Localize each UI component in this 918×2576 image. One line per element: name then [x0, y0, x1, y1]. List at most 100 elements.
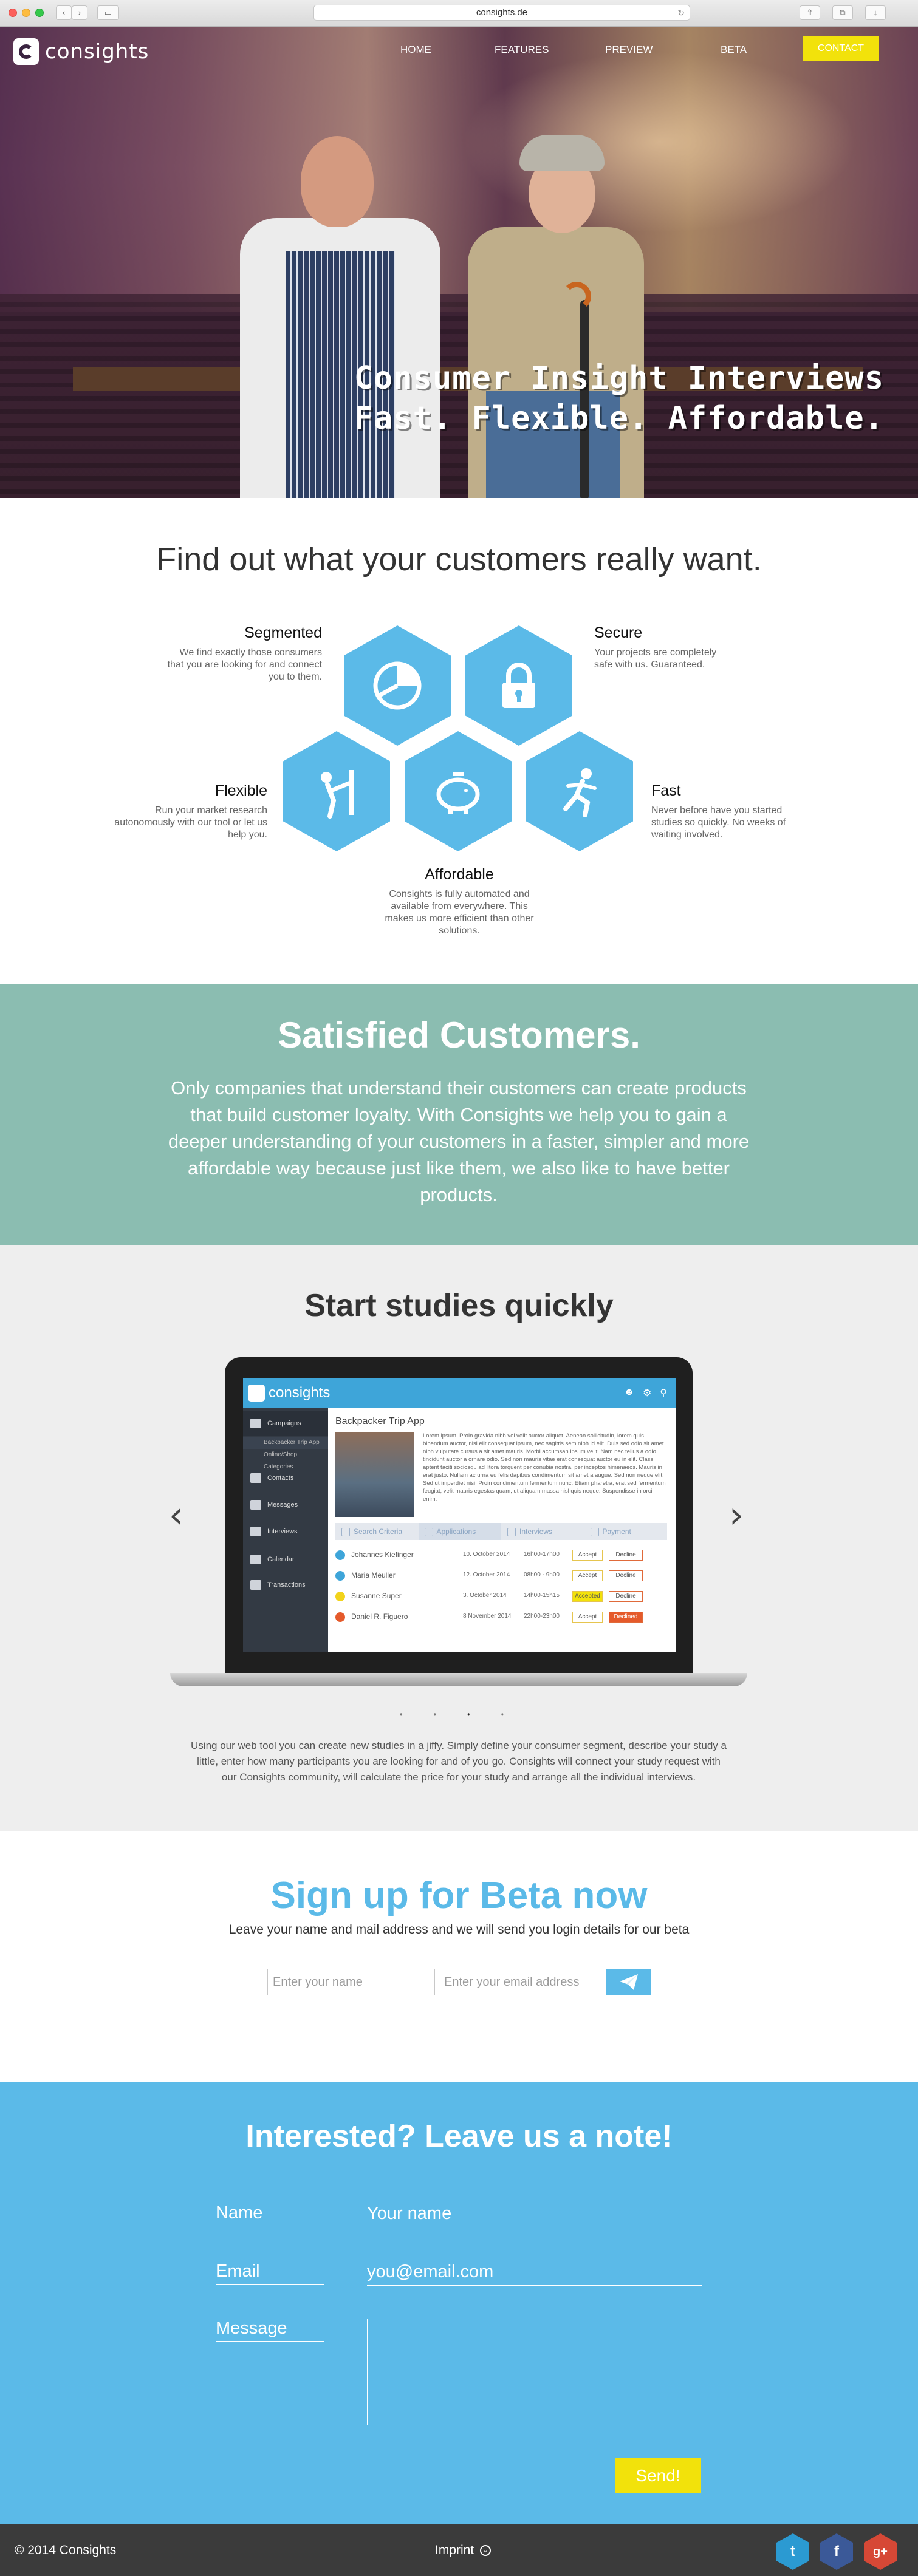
reload-icon[interactable]: ↻: [677, 5, 685, 20]
app-logo-mark-icon: [248, 1385, 265, 1402]
app-logo: consights: [248, 1383, 330, 1403]
address-bar-url: consights.de: [476, 7, 528, 18]
sidebar-item-label: Calendar: [267, 1556, 295, 1563]
sidebar-subitem: Backpacker Trip App: [243, 1437, 328, 1449]
maximize-window-icon[interactable]: [35, 9, 44, 17]
app-tab-search-criteria: Search Criteria: [335, 1523, 419, 1540]
carousel-next-icon[interactable]: ›: [729, 1494, 744, 1536]
sidebar-item-contacts: Contacts: [243, 1466, 328, 1490]
running-person-icon: [563, 768, 597, 817]
contact-message-field[interactable]: [367, 2319, 696, 2425]
feature-fast: Fast Never before have you started studi…: [651, 782, 797, 841]
decline-badge: Decline: [609, 1550, 643, 1561]
forward-icon[interactable]: ›: [72, 5, 87, 20]
sidebar-subitem: Online/Shop Categories: [264, 1451, 298, 1470]
browser-toolbar: ‹ › ▭ consights.de ↻ ⇧ ⧉ ↓: [0, 0, 918, 27]
imprint-label: Imprint: [435, 2543, 474, 2557]
logo-text: consights: [45, 39, 149, 64]
satisfied-customers-section: Satisfied Customers. Only companies that…: [0, 984, 918, 1245]
nav-home[interactable]: HOME: [400, 44, 431, 56]
feature-title: Secure: [594, 624, 643, 641]
contact-send-button[interactable]: Send!: [615, 2458, 701, 2493]
status-dot: [335, 1592, 345, 1601]
feature-flexible: Flexible Run your market research autono…: [109, 782, 267, 841]
accepted-badge: Accepted: [572, 1591, 603, 1602]
user-icon: ☻: [624, 1387, 634, 1397]
contact-name-field[interactable]: [367, 2201, 702, 2227]
signup-name-input[interactable]: [267, 1969, 435, 1995]
share-icon[interactable]: ⇧: [800, 5, 820, 20]
pie-chart-icon: [373, 661, 422, 710]
sidebar-item-messages: Messages: [243, 1493, 328, 1517]
accept-badge: Accept: [572, 1570, 603, 1581]
sidebar-item-calendar: Calendar: [243, 1547, 328, 1572]
signup-email-input[interactable]: [439, 1969, 606, 1995]
nav-features[interactable]: FEATURES: [495, 44, 549, 56]
app-project-title: Backpacker Trip App: [335, 1416, 425, 1426]
campaigns-icon: [250, 1419, 261, 1428]
studies-title: Start studies quickly: [304, 1288, 614, 1323]
back-icon[interactable]: ‹: [56, 5, 72, 20]
hero-title-line2: Fast. Flexible. Affordable.: [354, 400, 884, 437]
hero-person-chef: [240, 118, 440, 498]
app-tabs: Search Criteria Applications Interviews …: [335, 1523, 667, 1540]
app-tab-interviews: Interviews: [501, 1523, 584, 1540]
google-plus-icon[interactable]: g+: [864, 2533, 897, 2570]
hex-segmented: [344, 625, 451, 746]
feature-title: Segmented: [244, 624, 322, 641]
app-logo-text: consights: [269, 1385, 331, 1401]
nav-beta[interactable]: BETA: [721, 44, 747, 56]
feature-text: We find exactly those consumers that you…: [167, 647, 322, 682]
contact-email-field[interactable]: [367, 2259, 702, 2286]
accept-badge: Accept: [572, 1550, 603, 1561]
minimize-window-icon[interactable]: [22, 9, 30, 17]
imprint-link[interactable]: Imprint ⌄: [435, 2543, 492, 2558]
accept-badge: Accept: [572, 1612, 603, 1623]
carousel-dot[interactable]: •: [400, 1710, 417, 1719]
sidebar-icon[interactable]: ▭: [97, 5, 119, 20]
app-tab-applications: Applications: [418, 1523, 501, 1540]
hero-person-customer: [462, 106, 644, 498]
tabs-icon[interactable]: ⧉: [832, 5, 853, 20]
feature-affordable: Affordable Consights is fully automated …: [380, 866, 538, 937]
applicant-name: Susanne Super: [351, 1592, 402, 1600]
features-heading: Find out what your customers really want…: [156, 541, 762, 578]
nav-preview[interactable]: PREVIEW: [605, 44, 653, 56]
site-logo[interactable]: consights: [13, 38, 149, 66]
downloads-icon[interactable]: ↓: [865, 5, 886, 20]
hex-affordable: [405, 731, 512, 851]
applicant-row: Daniel R. Figuero 8 November 2014 22h00-…: [335, 1607, 667, 1627]
project-description: Lorem ipsum. Proin gravida nibh vel veli…: [423, 1433, 666, 1502]
app-sidebar: Campaigns Backpacker Trip App Online/Sho…: [243, 1408, 328, 1652]
app-tab-payment: Payment: [584, 1523, 668, 1540]
carousel-dot[interactable]: •: [434, 1710, 451, 1719]
search-icon: ⚲: [660, 1388, 667, 1399]
carousel-dot[interactable]: •: [501, 1710, 518, 1719]
contact-title: Interested? Leave us a note!: [245, 2119, 673, 2154]
messages-icon: [250, 1500, 261, 1510]
umbrella-handle: [562, 282, 591, 311]
twitter-icon[interactable]: t: [776, 2533, 809, 2570]
applicant-row: Susanne Super 3. October 2014 14h00-15h1…: [335, 1586, 667, 1607]
message-label: Message: [216, 2319, 324, 2342]
status-dot: [335, 1571, 345, 1581]
applicant-date: 3. October 2014: [463, 1592, 507, 1599]
app-main-panel: Backpacker Trip App Lorem ipsum. Proin g…: [328, 1408, 676, 1652]
email-label: Email: [216, 2261, 324, 2285]
sidebar-item-label: Contacts: [267, 1474, 294, 1482]
name-label: Name: [216, 2203, 324, 2226]
close-window-icon[interactable]: [9, 9, 17, 17]
carousel-dot-active[interactable]: •: [467, 1710, 484, 1719]
address-bar[interactable]: consights.de ↻: [313, 5, 690, 21]
interviews-icon: [250, 1527, 261, 1536]
declined-badge: Declined: [609, 1612, 643, 1623]
feature-text: Run your market research autonomously wi…: [114, 805, 267, 840]
contact-button[interactable]: CONTACT: [803, 36, 879, 61]
signup-send-button[interactable]: [606, 1969, 651, 1995]
hex-flexible: [283, 731, 390, 851]
carousel-dots: • • • •: [0, 1710, 918, 1719]
carousel-prev-icon[interactable]: ‹: [169, 1494, 183, 1536]
app-header-icons: ☻ ⚙ ⚲: [624, 1387, 667, 1399]
feature-secure: Secure Your projects are completely safe…: [594, 624, 734, 671]
facebook-icon[interactable]: f: [820, 2533, 853, 2570]
